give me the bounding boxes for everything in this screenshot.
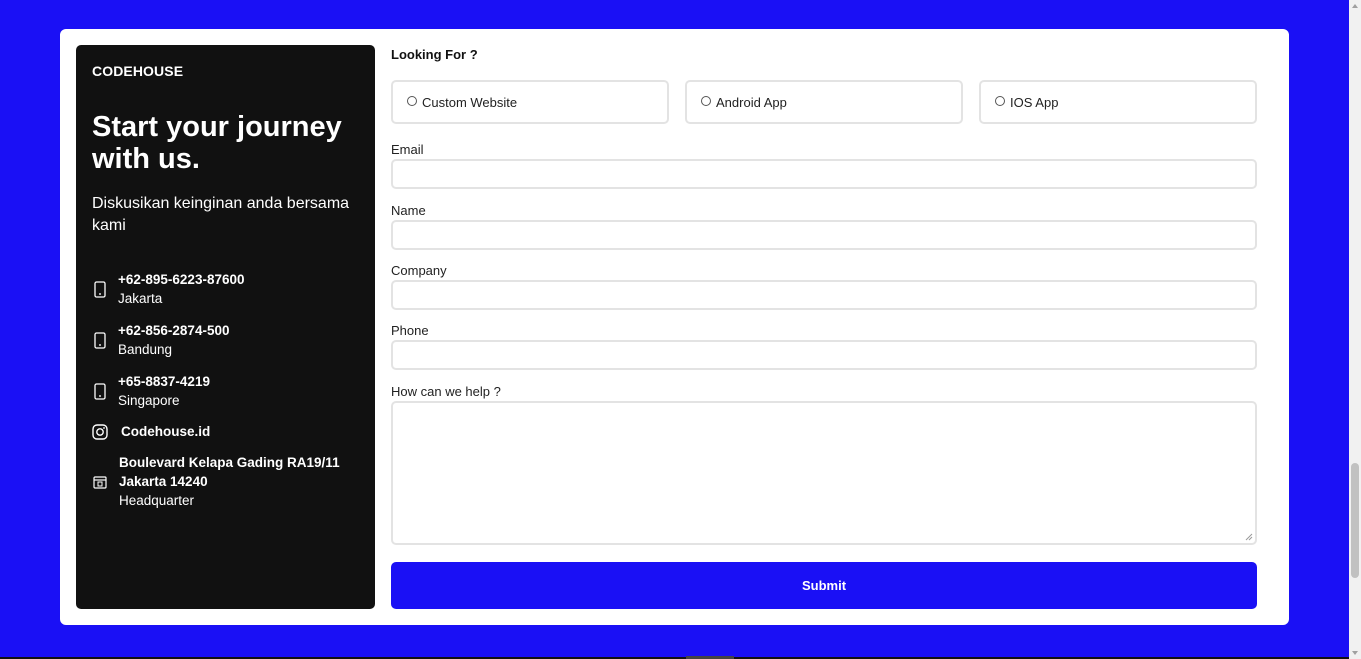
headline: Start your journey with us. <box>92 111 342 175</box>
company-label: Company <box>391 263 447 278</box>
phone-field[interactable] <box>391 340 1257 370</box>
name-field[interactable] <box>391 220 1257 250</box>
instagram-icon <box>92 423 108 441</box>
contact-phone[interactable]: +62-856-2874-500 <box>118 321 229 340</box>
instagram-handle[interactable]: Codehouse.id <box>121 422 210 441</box>
contact-card: CODEHOUSE Start your journey with us. Di… <box>60 29 1289 625</box>
contact-phone[interactable]: +65-8837-4219 <box>118 372 210 391</box>
radio-button[interactable] <box>995 96 1005 106</box>
option-label: IOS App <box>1010 94 1059 110</box>
contact-phone[interactable]: +62-895-6223-87600 <box>118 270 244 289</box>
page-scrollbar[interactable] <box>1349 0 1361 659</box>
contact-instagram[interactable]: Codehouse.id <box>92 422 210 441</box>
option-label: Custom Website <box>422 94 518 110</box>
contact-phone-bandung: +62-856-2874-500 Bandung <box>92 321 229 359</box>
address-label: Headquarter <box>119 493 195 508</box>
contact-city: Jakarta <box>118 291 163 306</box>
option-label: Android App <box>716 94 787 110</box>
help-textarea[interactable] <box>391 401 1257 545</box>
building-icon <box>92 473 108 491</box>
phone-label: Phone <box>391 323 429 338</box>
scroll-up-icon[interactable] <box>1352 4 1358 8</box>
address-line-1: Boulevard Kelapa Gading RA19/11 <box>119 455 340 470</box>
company-field[interactable] <box>391 280 1257 310</box>
looking-for-label: Looking For ? <box>391 47 478 62</box>
submit-button[interactable]: Submit <box>391 562 1257 609</box>
email-field[interactable] <box>391 159 1257 189</box>
phone-icon <box>92 331 108 349</box>
option-ios-app[interactable]: IOS App <box>979 80 1257 124</box>
option-custom-website[interactable]: Custom Website <box>391 80 669 124</box>
brand-logo: CODEHOUSE <box>92 63 184 79</box>
contact-city: Bandung <box>118 342 173 357</box>
contact-city: Singapore <box>118 393 180 408</box>
subtitle: Diskusikan keinginan anda bersama kami <box>92 195 350 234</box>
contact-phone-jakarta: +62-895-6223-87600 Jakarta <box>92 270 244 308</box>
address-line-2: Jakarta 14240 <box>119 474 208 489</box>
scrollbar-thumb[interactable] <box>1351 463 1359 578</box>
email-label: Email <box>391 142 424 157</box>
contact-info-panel: CODEHOUSE Start your journey with us. Di… <box>76 45 375 609</box>
contact-address: Boulevard Kelapa Gading RA19/11 Jakarta … <box>92 453 340 510</box>
resize-grip-icon[interactable] <box>1245 533 1253 541</box>
name-label: Name <box>391 203 426 218</box>
phone-icon <box>92 280 108 298</box>
radio-button[interactable] <box>407 96 417 106</box>
option-android-app[interactable]: Android App <box>685 80 963 124</box>
contact-phone-singapore: +65-8837-4219 Singapore <box>92 372 210 410</box>
radio-button[interactable] <box>701 96 711 106</box>
scroll-down-icon[interactable] <box>1352 651 1358 655</box>
help-label: How can we help ? <box>391 384 501 399</box>
phone-icon <box>92 382 108 400</box>
